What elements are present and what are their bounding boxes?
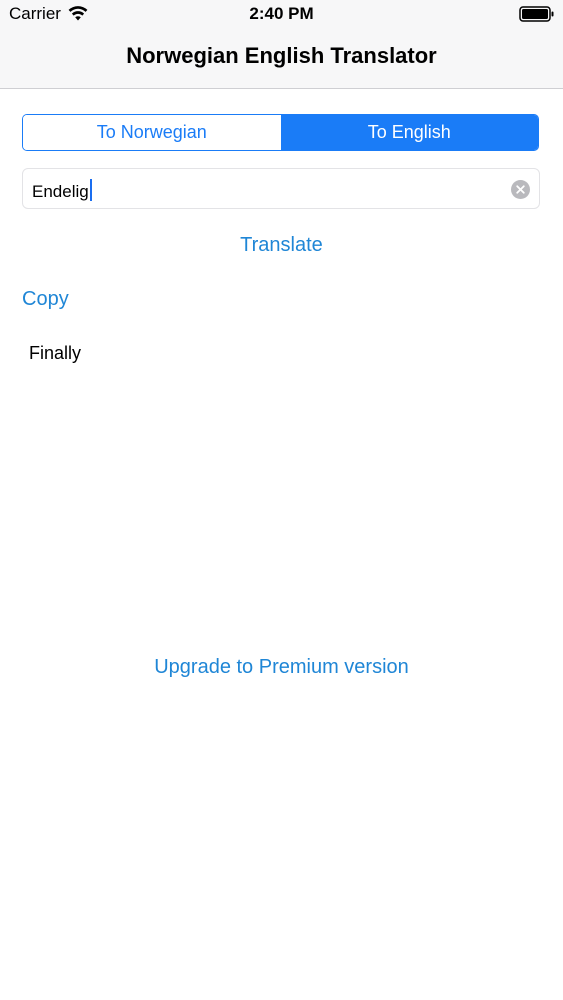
upgrade-premium-button[interactable]: Upgrade to Premium version	[0, 656, 563, 679]
translation-result: Finally	[29, 343, 82, 363]
copy-button[interactable]: Copy	[22, 288, 69, 311]
top-bar: Carrier 2:40 PM Norwegian English Transl…	[0, 0, 563, 89]
direction-segmented-control[interactable]: To Norwegian To English	[22, 114, 539, 151]
nav-title: Norwegian English Translator	[126, 43, 437, 68]
status-time: 2:40 PM	[249, 4, 314, 23]
text-caret	[89, 179, 92, 201]
source-text: Endelig	[32, 182, 89, 201]
translate-button[interactable]: Translate	[0, 234, 563, 257]
clear-icon[interactable]	[511, 180, 530, 199]
segment-to-english[interactable]: To English	[280, 115, 538, 150]
source-text-field[interactable]: Endelig	[22, 168, 540, 209]
segment-to-norwegian[interactable]: To Norwegian	[23, 115, 281, 150]
screen: Carrier 2:40 PM Norwegian English Transl…	[0, 0, 563, 1000]
battery-icon	[519, 6, 554, 22]
source-text-value[interactable]: Endelig	[32, 179, 92, 202]
